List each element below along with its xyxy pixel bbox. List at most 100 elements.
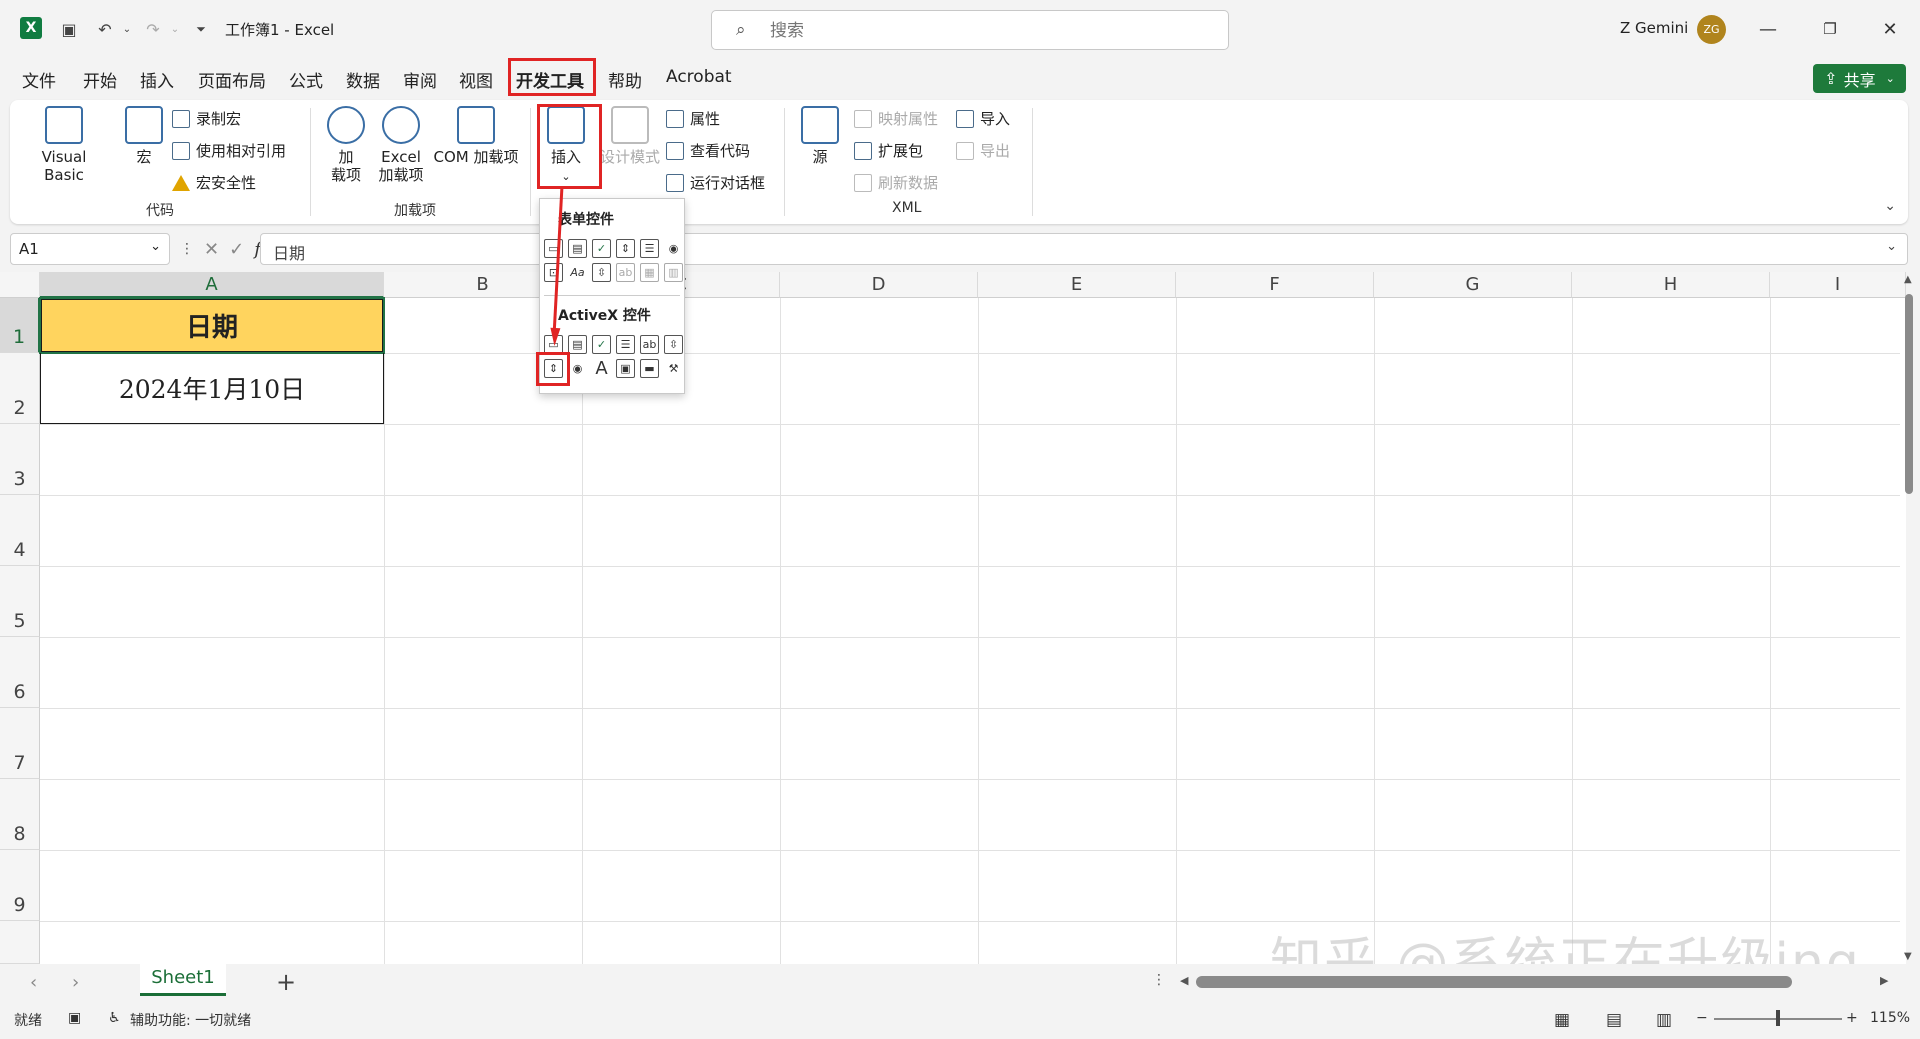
scroll-down-icon[interactable]: ▼ [1904, 951, 1912, 962]
tab-formulas[interactable]: 公式 [289, 67, 323, 92]
view-code-button[interactable]: 查看代码 [666, 140, 750, 161]
xml-import-button[interactable]: 导入 [956, 108, 1010, 129]
tab-insert[interactable]: 插入 [140, 67, 174, 92]
spin-button-icon[interactable]: ⇕ [616, 239, 635, 258]
activex-option-button-icon[interactable]: ◉ [568, 359, 587, 378]
column-header[interactable]: G [1374, 272, 1572, 298]
chevron-down-icon[interactable]: ⌄ [150, 239, 161, 254]
scroll-left-icon[interactable]: ◀ [1180, 974, 1188, 987]
more-controls-icon[interactable]: ⚒ [664, 359, 683, 378]
minimize-icon[interactable]: — [1748, 12, 1788, 46]
avatar[interactable]: ZG [1697, 15, 1726, 44]
zoom-out-icon[interactable]: − [1696, 1010, 1708, 1026]
xml-source-button[interactable]: 源 [800, 106, 840, 166]
worksheet-grid[interactable]: A B C D E F G H I 1 2 3 4 5 6 7 8 9 日期 2… [0, 272, 1906, 964]
cell-a1[interactable]: 日期 [39, 297, 385, 354]
undo-icon[interactable]: ↶ [94, 18, 116, 40]
addins-button[interactable]: 加 载项 [322, 106, 370, 184]
com-addins-button[interactable]: COM 加载项 [430, 106, 522, 166]
activex-toggle-icon[interactable]: ▬ [640, 359, 659, 378]
share-button[interactable]: ⇪ 共享 ⌄ [1813, 64, 1906, 93]
name-box[interactable]: A1 ⌄ [10, 233, 170, 265]
vertical-scrollbar[interactable]: ▲ ▼ [1902, 274, 1918, 968]
search-input[interactable] [770, 19, 1190, 43]
row-header[interactable]: 7 [0, 708, 40, 779]
scroll-up-icon[interactable]: ▲ [1904, 274, 1912, 285]
tab-data[interactable]: 数据 [346, 67, 380, 92]
relative-refs-button[interactable]: 使用相对引用 [172, 140, 286, 161]
page-layout-view-icon[interactable]: ▤ [1606, 1010, 1622, 1030]
row-header[interactable]: 9 [0, 850, 40, 921]
column-header[interactable]: F [1176, 272, 1374, 298]
map-properties-button[interactable]: 映射属性 [854, 108, 938, 129]
tab-review[interactable]: 审阅 [403, 67, 437, 92]
search-box[interactable]: ⌕ [711, 10, 1229, 50]
properties-button[interactable]: 属性 [666, 108, 720, 129]
tab-view[interactable]: 视图 [459, 67, 493, 92]
scroll-thumb[interactable] [1905, 294, 1913, 494]
tab-acrobat[interactable]: Acrobat [666, 67, 732, 87]
column-header[interactable]: E [978, 272, 1176, 298]
activex-label-icon[interactable]: A [592, 358, 611, 379]
run-dialog-button[interactable]: 运行对话框 [666, 172, 765, 193]
select-all-corner[interactable] [0, 272, 40, 298]
zoom-slider-thumb[interactable] [1776, 1010, 1780, 1026]
normal-view-icon[interactable]: ▦ [1554, 1010, 1570, 1030]
redo-dropdown-icon[interactable]: ⌄ [164, 18, 186, 40]
xml-export-button[interactable]: 导出 [956, 140, 1010, 161]
activex-list-box-icon[interactable]: ☰ [616, 335, 635, 354]
tab-home[interactable]: 开始 [83, 67, 117, 92]
zoom-level[interactable]: 115% [1870, 1010, 1910, 1026]
cell-mode-icon[interactable]: ▣ [68, 1010, 81, 1026]
refresh-data-button[interactable]: 刷新数据 [854, 172, 938, 193]
activex-checkbox-icon[interactable]: ✓ [592, 335, 611, 354]
checkbox-icon[interactable]: ✓ [592, 239, 611, 258]
undo-dropdown-icon[interactable]: ⌄ [116, 18, 138, 40]
row-header[interactable]: 6 [0, 637, 40, 708]
record-macro-button[interactable]: 录制宏 [172, 108, 241, 129]
add-sheet-icon[interactable]: + [276, 968, 296, 996]
combo-dropdown-icon[interactable]: ▥ [664, 263, 683, 282]
formula-input[interactable]: 日期 ⌄ [260, 233, 1908, 265]
scroll-bar-icon[interactable]: ⇳ [592, 263, 611, 282]
excel-addins-button[interactable]: Excel 加载项 [374, 106, 428, 184]
zoom-in-icon[interactable]: + [1846, 1010, 1858, 1026]
next-sheet-icon[interactable]: › [72, 972, 79, 993]
row-header[interactable]: 1 [0, 298, 40, 353]
user-name[interactable]: Z Gemini [1620, 19, 1688, 37]
cell-a2[interactable]: 2024年1月10日 [40, 353, 384, 424]
row-header[interactable]: 2 [0, 353, 40, 424]
page-break-view-icon[interactable]: ▥ [1656, 1010, 1672, 1030]
enter-icon[interactable]: ✓ [229, 239, 244, 260]
column-header[interactable]: H [1572, 272, 1770, 298]
activex-scroll-bar-icon[interactable]: ⇳ [664, 335, 683, 354]
label-control-icon[interactable]: Aa [568, 263, 587, 282]
macro-security-button[interactable]: 宏安全性 [172, 172, 256, 193]
expand-formula-icon[interactable]: ⌄ [1886, 239, 1897, 254]
visual-basic-button[interactable]: Visual Basic [24, 106, 104, 184]
sheet-tab[interactable]: Sheet1 [140, 964, 226, 996]
accessibility-icon[interactable]: ♿ [108, 1010, 121, 1026]
prev-sheet-icon[interactable]: ‹ [30, 972, 37, 993]
save-icon[interactable]: ▣ [58, 18, 80, 40]
combo-list-icon[interactable]: ▦ [640, 263, 659, 282]
tab-page-layout[interactable]: 页面布局 [198, 67, 266, 92]
column-header[interactable]: A [40, 272, 384, 298]
tab-help[interactable]: 帮助 [608, 67, 642, 92]
activex-text-box-icon[interactable]: ab [640, 335, 659, 354]
option-button-icon[interactable]: ◉ [664, 239, 683, 258]
expansion-packs-button[interactable]: 扩展包 [854, 140, 923, 161]
scroll-right-icon[interactable]: ▶ [1880, 974, 1888, 987]
cancel-icon[interactable]: ✕ [204, 239, 219, 260]
row-header[interactable]: 4 [0, 495, 40, 566]
restore-icon[interactable]: ❐ [1810, 12, 1850, 46]
ribbon-collapse-icon[interactable]: ⌄ [1884, 198, 1896, 214]
more-icon[interactable]: ⋮ [180, 241, 194, 257]
list-box-icon[interactable]: ☰ [640, 239, 659, 258]
close-icon[interactable]: ✕ [1870, 12, 1910, 46]
column-header[interactable]: I [1770, 272, 1906, 298]
combo-box-icon[interactable]: ▤ [568, 239, 587, 258]
row-header[interactable]: 3 [0, 424, 40, 495]
horizontal-scroll-thumb[interactable] [1196, 976, 1792, 988]
row-header[interactable]: 5 [0, 566, 40, 637]
